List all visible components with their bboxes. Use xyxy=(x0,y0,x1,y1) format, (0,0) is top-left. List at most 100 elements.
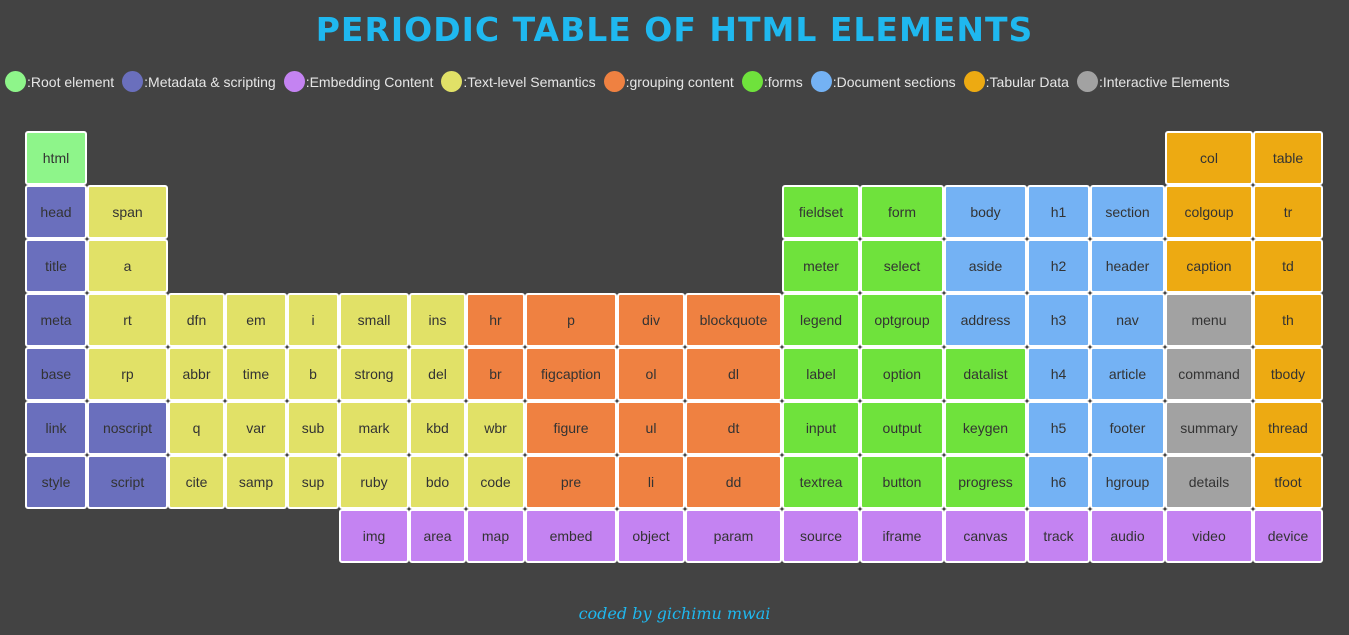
element-p[interactable]: p xyxy=(525,293,617,347)
element-samp[interactable]: samp xyxy=(225,455,287,509)
element-ins[interactable]: ins xyxy=(409,293,466,347)
element-var[interactable]: var xyxy=(225,401,287,455)
element-sub[interactable]: sub xyxy=(287,401,339,455)
element-dd[interactable]: dd xyxy=(685,455,782,509)
element-output[interactable]: output xyxy=(860,401,944,455)
element-audio[interactable]: audio xyxy=(1090,509,1165,563)
element-ul[interactable]: ul xyxy=(617,401,685,455)
element-h2[interactable]: h2 xyxy=(1027,239,1090,293)
element-nav[interactable]: nav xyxy=(1090,293,1165,347)
element-source[interactable]: source xyxy=(782,509,860,563)
element-area[interactable]: area xyxy=(409,509,466,563)
element-details[interactable]: details xyxy=(1165,455,1253,509)
element-th[interactable]: th xyxy=(1253,293,1323,347)
element-img[interactable]: img xyxy=(339,509,409,563)
element-track[interactable]: track xyxy=(1027,509,1090,563)
element-mark[interactable]: mark xyxy=(339,401,409,455)
element-embed[interactable]: embed xyxy=(525,509,617,563)
element-device[interactable]: device xyxy=(1253,509,1323,563)
element-address[interactable]: address xyxy=(944,293,1027,347)
element-label[interactable]: label xyxy=(782,347,860,401)
element-li[interactable]: li xyxy=(617,455,685,509)
element-noscript[interactable]: noscript xyxy=(87,401,168,455)
element-fieldset[interactable]: fieldset xyxy=(782,185,860,239)
element-a[interactable]: a xyxy=(87,239,168,293)
element-keygen[interactable]: keygen xyxy=(944,401,1027,455)
element-param[interactable]: param xyxy=(685,509,782,563)
element-caption[interactable]: caption xyxy=(1165,239,1253,293)
element-rp[interactable]: rp xyxy=(87,347,168,401)
element-abbr[interactable]: abbr xyxy=(168,347,225,401)
element-tr[interactable]: tr xyxy=(1253,185,1323,239)
element-iframe[interactable]: iframe xyxy=(860,509,944,563)
element-base[interactable]: base xyxy=(25,347,87,401)
element-code[interactable]: code xyxy=(466,455,525,509)
element-table[interactable]: table xyxy=(1253,131,1323,185)
element-div[interactable]: div xyxy=(617,293,685,347)
element-hr[interactable]: hr xyxy=(466,293,525,347)
element-body[interactable]: body xyxy=(944,185,1027,239)
element-datalist[interactable]: datalist xyxy=(944,347,1027,401)
element-article[interactable]: article xyxy=(1090,347,1165,401)
element-ruby[interactable]: ruby xyxy=(339,455,409,509)
element-canvas[interactable]: canvas xyxy=(944,509,1027,563)
element-kbd[interactable]: kbd xyxy=(409,401,466,455)
element-title[interactable]: title xyxy=(25,239,87,293)
element-cite[interactable]: cite xyxy=(168,455,225,509)
element-del[interactable]: del xyxy=(409,347,466,401)
element-aside[interactable]: aside xyxy=(944,239,1027,293)
element-h6[interactable]: h6 xyxy=(1027,455,1090,509)
element-sup[interactable]: sup xyxy=(287,455,339,509)
element-strong[interactable]: strong xyxy=(339,347,409,401)
element-pre[interactable]: pre xyxy=(525,455,617,509)
element-header[interactable]: header xyxy=(1090,239,1165,293)
element-html[interactable]: html xyxy=(25,131,87,185)
element-meta[interactable]: meta xyxy=(25,293,87,347)
element-select[interactable]: select xyxy=(860,239,944,293)
element-em[interactable]: em xyxy=(225,293,287,347)
element-command[interactable]: command xyxy=(1165,347,1253,401)
element-h1[interactable]: h1 xyxy=(1027,185,1090,239)
element-td[interactable]: td xyxy=(1253,239,1323,293)
element-dt[interactable]: dt xyxy=(685,401,782,455)
element-thread[interactable]: thread xyxy=(1253,401,1323,455)
element-h4[interactable]: h4 xyxy=(1027,347,1090,401)
element-video[interactable]: video xyxy=(1165,509,1253,563)
element-button[interactable]: button xyxy=(860,455,944,509)
element-dl[interactable]: dl xyxy=(685,347,782,401)
element-h3[interactable]: h3 xyxy=(1027,293,1090,347)
element-summary[interactable]: summary xyxy=(1165,401,1253,455)
element-span[interactable]: span xyxy=(87,185,168,239)
element-tfoot[interactable]: tfoot xyxy=(1253,455,1323,509)
element-dfn[interactable]: dfn xyxy=(168,293,225,347)
element-link[interactable]: link xyxy=(25,401,87,455)
element-menu[interactable]: menu xyxy=(1165,293,1253,347)
element-ol[interactable]: ol xyxy=(617,347,685,401)
element-bdo[interactable]: bdo xyxy=(409,455,466,509)
element-figure[interactable]: figure xyxy=(525,401,617,455)
element-map[interactable]: map xyxy=(466,509,525,563)
element-option[interactable]: option xyxy=(860,347,944,401)
element-figcaption[interactable]: figcaption xyxy=(525,347,617,401)
element-footer[interactable]: footer xyxy=(1090,401,1165,455)
element-rt[interactable]: rt xyxy=(87,293,168,347)
element-wbr[interactable]: wbr xyxy=(466,401,525,455)
element-textrea[interactable]: textrea xyxy=(782,455,860,509)
element-head[interactable]: head xyxy=(25,185,87,239)
element-form[interactable]: form xyxy=(860,185,944,239)
element-time[interactable]: time xyxy=(225,347,287,401)
element-legend[interactable]: legend xyxy=(782,293,860,347)
element-progress[interactable]: progress xyxy=(944,455,1027,509)
element-i[interactable]: i xyxy=(287,293,339,347)
element-q[interactable]: q xyxy=(168,401,225,455)
element-col[interactable]: col xyxy=(1165,131,1253,185)
element-section[interactable]: section xyxy=(1090,185,1165,239)
element-input[interactable]: input xyxy=(782,401,860,455)
element-meter[interactable]: meter xyxy=(782,239,860,293)
element-tbody[interactable]: tbody xyxy=(1253,347,1323,401)
element-hgroup[interactable]: hgroup xyxy=(1090,455,1165,509)
element-blockquote[interactable]: blockquote xyxy=(685,293,782,347)
element-script[interactable]: script xyxy=(87,455,168,509)
element-optgroup[interactable]: optgroup xyxy=(860,293,944,347)
element-style[interactable]: style xyxy=(25,455,87,509)
